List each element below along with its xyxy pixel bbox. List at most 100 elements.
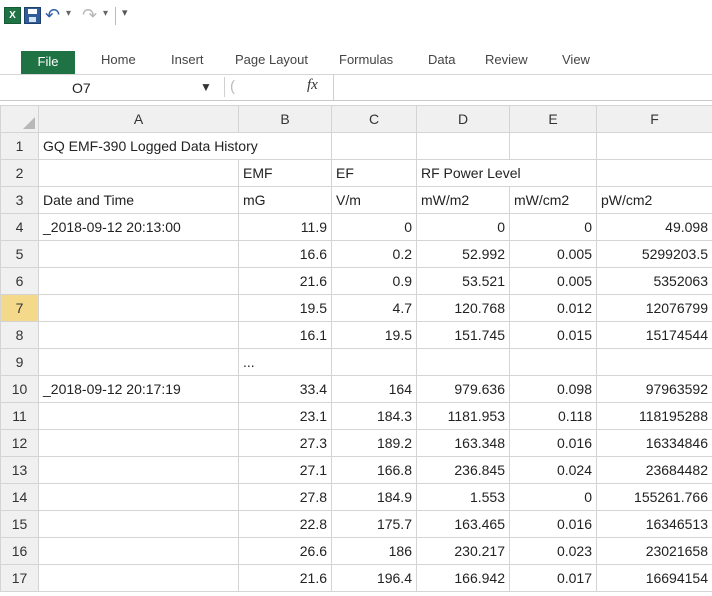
cell-e12[interactable]: 0.016: [509, 429, 597, 457]
cell-e6[interactable]: 0.005: [509, 267, 597, 295]
cell-f1[interactable]: [596, 132, 712, 160]
cell-b12[interactable]: 27.3: [238, 429, 332, 457]
cell-d2[interactable]: RF Power Level: [416, 159, 521, 187]
cell-b9[interactable]: ...: [238, 348, 332, 376]
cell-e5[interactable]: 0.005: [509, 240, 597, 268]
cell-f15[interactable]: 16346513: [596, 510, 712, 538]
customize-qat-icon[interactable]: ▾: [122, 8, 130, 19]
cell-f13[interactable]: 23684482: [596, 456, 712, 484]
cell-d17[interactable]: 166.942: [416, 564, 510, 592]
cell-c3[interactable]: V/m: [331, 186, 417, 214]
cell-c1[interactable]: [331, 132, 417, 160]
cell-d16[interactable]: 230.217: [416, 537, 510, 565]
row-header[interactable]: 4: [0, 213, 39, 241]
cell-f5[interactable]: 5299203.5: [596, 240, 712, 268]
cell-b10[interactable]: 33.4: [238, 375, 332, 403]
cell-e1[interactable]: [509, 132, 597, 160]
cell-f3[interactable]: pW/cm2: [596, 186, 712, 214]
cell-d11[interactable]: 1181.953: [416, 402, 510, 430]
cell-f9[interactable]: [596, 348, 712, 376]
row-header[interactable]: 3: [0, 186, 39, 214]
cell-c6[interactable]: 0.9: [331, 267, 417, 295]
cell-c5[interactable]: 0.2: [331, 240, 417, 268]
column-header-e[interactable]: E: [509, 105, 597, 133]
redo-icon[interactable]: ↷: [82, 6, 99, 24]
cell-b13[interactable]: 27.1: [238, 456, 332, 484]
cell-a3[interactable]: Date and Time: [38, 186, 239, 214]
cell-c11[interactable]: 184.3: [331, 402, 417, 430]
cell-e4[interactable]: 0: [509, 213, 597, 241]
row-header[interactable]: 1: [0, 132, 39, 160]
cell-f7[interactable]: 12076799: [596, 294, 712, 322]
cell-d3[interactable]: mW/m2: [416, 186, 510, 214]
cell-a13[interactable]: [38, 456, 239, 484]
cell-f14[interactable]: 155261.766: [596, 483, 712, 511]
cell-e3[interactable]: mW/cm2: [509, 186, 597, 214]
formula-input[interactable]: [333, 75, 712, 100]
cell-d10[interactable]: 979.636: [416, 375, 510, 403]
cell-d7[interactable]: 120.768: [416, 294, 510, 322]
cell-a16[interactable]: [38, 537, 239, 565]
cell-d5[interactable]: 52.992: [416, 240, 510, 268]
cell-d12[interactable]: 163.348: [416, 429, 510, 457]
cell-f11[interactable]: 118195288: [596, 402, 712, 430]
cell-f2[interactable]: [596, 159, 712, 187]
row-header[interactable]: 14: [0, 483, 39, 511]
cell-e7[interactable]: 0.012: [509, 294, 597, 322]
name-box-dropdown-icon[interactable]: ▼: [200, 80, 212, 94]
cell-d15[interactable]: 163.465: [416, 510, 510, 538]
row-header[interactable]: 5: [0, 240, 39, 268]
insert-function-icon[interactable]: fx: [307, 77, 318, 94]
name-box[interactable]: O7: [72, 80, 212, 96]
cell-f16[interactable]: 23021658: [596, 537, 712, 565]
cell-f8[interactable]: 15174544: [596, 321, 712, 349]
cell-d14[interactable]: 1.553: [416, 483, 510, 511]
cell-c13[interactable]: 166.8: [331, 456, 417, 484]
cell-f6[interactable]: 5352063: [596, 267, 712, 295]
cell-c7[interactable]: 4.7: [331, 294, 417, 322]
row-header[interactable]: 13: [0, 456, 39, 484]
cell-c10[interactable]: 164: [331, 375, 417, 403]
cell-d13[interactable]: 236.845: [416, 456, 510, 484]
cell-d9[interactable]: [416, 348, 510, 376]
cell-e15[interactable]: 0.016: [509, 510, 597, 538]
row-header[interactable]: 12: [0, 429, 39, 457]
cell-a5[interactable]: [38, 240, 239, 268]
cell-c8[interactable]: 19.5: [331, 321, 417, 349]
column-header-f[interactable]: F: [596, 105, 712, 133]
cell-b17[interactable]: 21.6: [238, 564, 332, 592]
row-header[interactable]: 16: [0, 537, 39, 565]
cell-c9[interactable]: [331, 348, 417, 376]
cell-e2[interactable]: [509, 159, 597, 187]
row-header[interactable]: 8: [0, 321, 39, 349]
cell-f10[interactable]: 97963592: [596, 375, 712, 403]
cell-a6[interactable]: [38, 267, 239, 295]
cell-a11[interactable]: [38, 402, 239, 430]
cell-b2[interactable]: EMF: [238, 159, 332, 187]
cell-c15[interactable]: 175.7: [331, 510, 417, 538]
cell-a15[interactable]: [38, 510, 239, 538]
cell-e13[interactable]: 0.024: [509, 456, 597, 484]
cell-f12[interactable]: 16334846: [596, 429, 712, 457]
cell-c16[interactable]: 186: [331, 537, 417, 565]
cell-b3[interactable]: mG: [238, 186, 332, 214]
formula-bar-handle-icon[interactable]: (: [230, 78, 235, 95]
redo-dropdown-icon[interactable]: ▾: [103, 8, 108, 19]
cell-f17[interactable]: 16694154: [596, 564, 712, 592]
cell-d6[interactable]: 53.521: [416, 267, 510, 295]
row-header[interactable]: 7: [0, 294, 39, 322]
undo-dropdown-icon[interactable]: ▾: [66, 8, 71, 19]
cell-a2[interactable]: [38, 159, 239, 187]
cell-c14[interactable]: 184.9: [331, 483, 417, 511]
cell-a10[interactable]: _2018-09-12 20:17:19: [38, 375, 239, 403]
cell-e8[interactable]: 0.015: [509, 321, 597, 349]
cell-a1[interactable]: GQ EMF-390 Logged Data History: [38, 132, 258, 160]
save-icon[interactable]: [24, 7, 41, 24]
cell-e17[interactable]: 0.017: [509, 564, 597, 592]
row-header[interactable]: 17: [0, 564, 39, 592]
cell-d4[interactable]: 0: [416, 213, 510, 241]
row-header[interactable]: 15: [0, 510, 39, 538]
cell-b7[interactable]: 19.5: [238, 294, 332, 322]
cell-c2[interactable]: EF: [331, 159, 417, 187]
cell-b15[interactable]: 22.8: [238, 510, 332, 538]
